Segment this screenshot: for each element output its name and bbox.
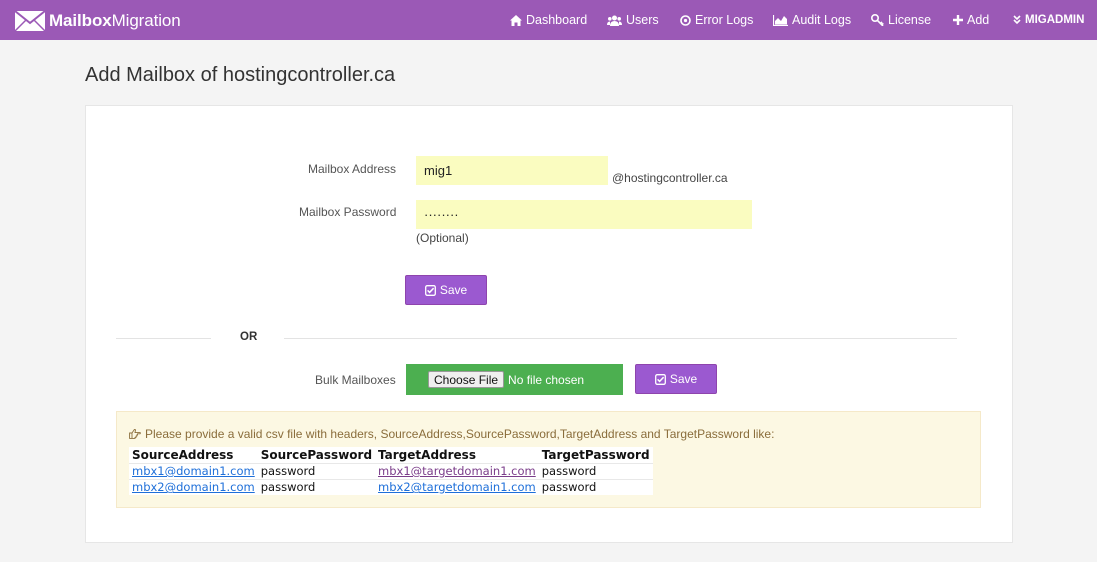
- nav-add[interactable]: Add: [953, 12, 989, 28]
- table-header-row: SourceAddress SourcePassword TargetAddre…: [129, 447, 653, 463]
- nav-user-menu[interactable]: MIGADMIN: [1013, 12, 1084, 28]
- table-cell: password: [538, 478, 653, 495]
- column-header: TargetAddress: [375, 447, 539, 463]
- target-address-link[interactable]: mbx1@targetdomain1.com: [378, 464, 536, 478]
- bulk-file-input[interactable]: Choose File No file chosen: [406, 364, 623, 395]
- home-icon: [510, 14, 522, 26]
- or-separator-text: OR: [240, 331, 258, 343]
- brand-logo[interactable]: MailboxMigration: [14, 8, 181, 34]
- no-file-chosen-text: No file chosen: [508, 372, 585, 387]
- mailbox-address-input[interactable]: [416, 156, 608, 185]
- source-address-link[interactable]: mbx2@domain1.com: [132, 480, 255, 494]
- brand-name: MailboxMigration: [49, 11, 181, 30]
- choose-file-button[interactable]: Choose File: [428, 371, 505, 388]
- mailbox-password-label: Mailbox Password: [299, 205, 397, 219]
- source-address-link[interactable]: mbx1@domain1.com: [132, 464, 255, 478]
- nav-license[interactable]: License: [871, 12, 931, 28]
- table-cell: password: [257, 462, 376, 479]
- mailbox-password-input[interactable]: [416, 200, 752, 229]
- check-square-icon: [424, 284, 436, 296]
- users-icon: [607, 15, 622, 26]
- error-icon: [680, 14, 691, 26]
- bulk-mailboxes-label: Bulk Mailboxes: [315, 373, 396, 387]
- nav-error-logs[interactable]: Error Logs: [680, 12, 753, 28]
- mailbox-address-label: Mailbox Address: [308, 162, 397, 176]
- key-icon: [871, 14, 884, 26]
- check-square-icon: [654, 373, 666, 385]
- column-header: TargetPassword: [538, 447, 653, 463]
- table-cell: password: [257, 478, 376, 495]
- plus-icon: [953, 15, 963, 25]
- nav-audit-logs[interactable]: Audit Logs: [773, 12, 851, 28]
- double-chevron-down-icon: [1013, 15, 1021, 25]
- table-row: mbx1@domain1.com password mbx1@targetdom…: [129, 462, 653, 479]
- save-mailbox-button[interactable]: Save: [405, 275, 487, 305]
- separator-line-right: [284, 338, 957, 339]
- hand-pointer-icon: [129, 429, 141, 439]
- table-cell: password: [538, 462, 653, 479]
- table-row: mbx2@domain1.com password mbx2@targetdom…: [129, 478, 653, 495]
- csv-format-message: Please provide a valid csv file with hea…: [129, 427, 774, 441]
- nav-dashboard[interactable]: Dashboard: [510, 12, 587, 28]
- envelope-icon: [14, 10, 46, 32]
- top-navbar: MailboxMigration Dashboard Users Error L…: [0, 0, 1097, 40]
- nav-users[interactable]: Users: [607, 12, 659, 28]
- csv-format-notice: Please provide a valid csv file with hea…: [116, 411, 981, 508]
- column-header: SourceAddress: [129, 447, 258, 463]
- column-header: SourcePassword: [257, 447, 376, 463]
- page-title: Add Mailbox of hostingcontroller.ca: [85, 64, 396, 86]
- domain-suffix: @hostingcontroller.ca: [612, 171, 728, 185]
- save-bulk-button[interactable]: Save: [635, 364, 717, 394]
- password-optional-hint: (Optional): [416, 231, 469, 245]
- target-address-link[interactable]: mbx2@targetdomain1.com: [378, 480, 536, 494]
- separator-line-left: [116, 338, 211, 339]
- csv-sample-table: SourceAddress SourcePassword TargetAddre…: [129, 447, 653, 495]
- chart-icon: [773, 14, 788, 26]
